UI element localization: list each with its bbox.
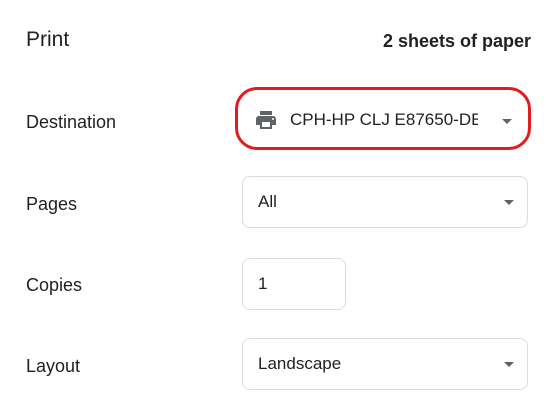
pages-value: All: [258, 192, 277, 211]
printer-icon: [256, 111, 276, 129]
layout-value: Landscape: [258, 354, 342, 373]
layout-select[interactable]: Landscape: [242, 338, 528, 390]
pages-label: Pages: [26, 194, 78, 214]
layout-label: Layout: [26, 356, 81, 376]
copies-label: Copies: [26, 275, 83, 295]
copies-input[interactable]: 1: [242, 258, 346, 310]
pages-select[interactable]: All: [242, 176, 528, 228]
destination-label: Destination: [26, 112, 117, 132]
sheets-summary: 2 sheets of paper: [382, 31, 531, 51]
chevron-down-icon: [504, 200, 514, 205]
destination-select[interactable]: CPH-HP CLJ E87650-DEA: [235, 87, 531, 150]
copies-value: 1: [258, 274, 268, 293]
destination-value: CPH-HP CLJ E87650-DEA: [290, 110, 478, 129]
print-title: Print: [26, 28, 70, 51]
chevron-down-icon: [504, 362, 514, 367]
chevron-down-icon: [502, 119, 512, 124]
